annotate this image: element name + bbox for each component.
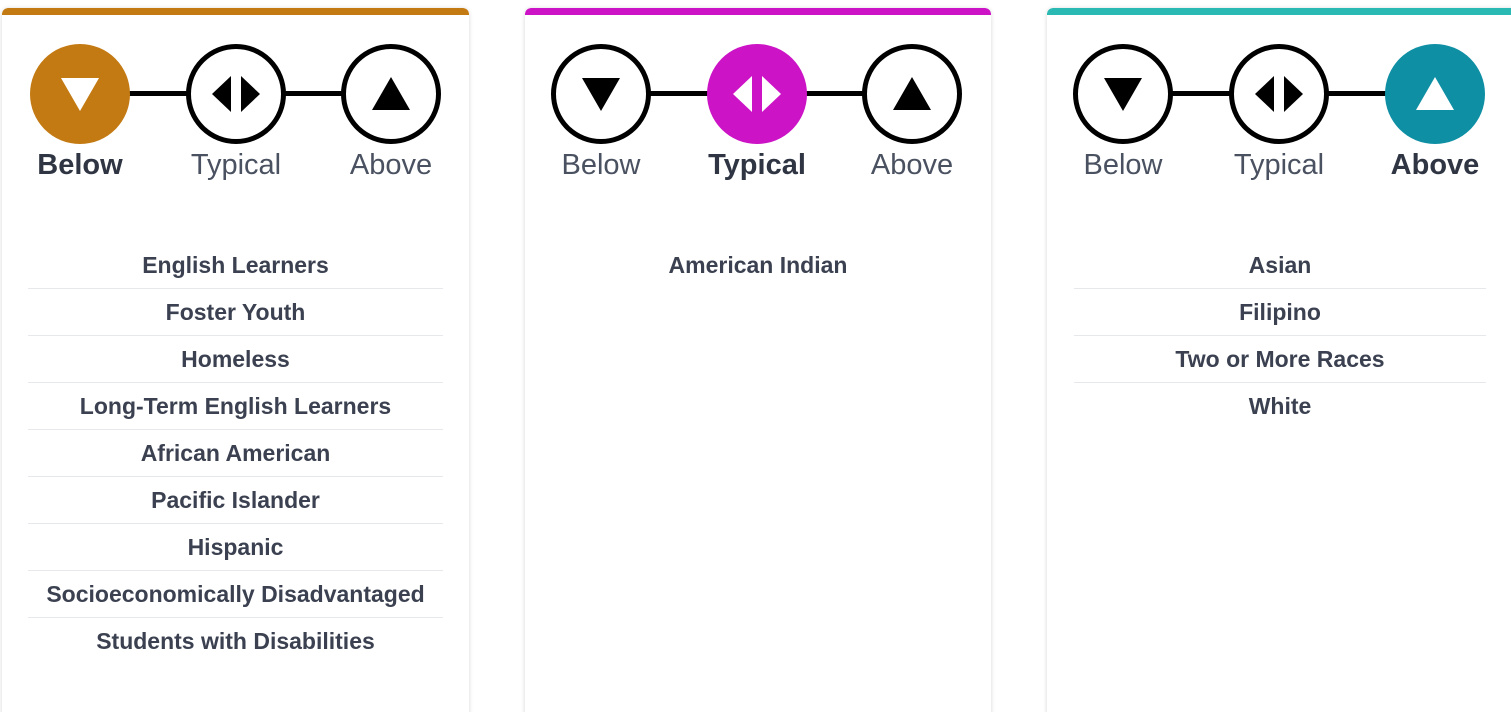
above-label: Above [870, 149, 954, 181]
below-button[interactable] [551, 44, 651, 144]
double-arrow-icon [729, 69, 785, 119]
above-label: Above [1390, 149, 1480, 181]
list-item: Socioeconomically Disadvantaged [28, 571, 443, 618]
list-item: African American [28, 430, 443, 477]
triangle-down-icon [1098, 69, 1148, 119]
student-group-list: English Learners Foster Youth Homeless L… [28, 242, 443, 664]
status-labels: Below Typical Above [525, 149, 991, 189]
triangle-up-icon [1410, 69, 1460, 119]
below-label: Below [1083, 149, 1163, 181]
above-button[interactable] [862, 44, 962, 144]
card-accent-bar [1047, 8, 1511, 15]
triangle-up-icon [887, 69, 937, 119]
status-cards: Below Typical Above English Learners Fos… [0, 0, 1511, 712]
status-indicator [1047, 44, 1511, 144]
typical-label: Typical [1233, 149, 1325, 181]
list-item: Foster Youth [28, 289, 443, 336]
status-indicator [525, 44, 991, 144]
typical-label: Typical [708, 149, 806, 181]
typical-label: Typical [190, 149, 282, 181]
list-item: Pacific Islander [28, 477, 443, 524]
double-arrow-icon [208, 69, 264, 119]
list-item: English Learners [28, 242, 443, 289]
list-item: White [1248, 393, 1312, 419]
triangle-down-icon [55, 69, 105, 119]
typical-button[interactable] [707, 44, 807, 144]
below-button[interactable] [30, 44, 130, 144]
typical-button[interactable] [1229, 44, 1329, 144]
above-label: Above [349, 149, 433, 181]
status-indicator [2, 44, 469, 144]
list-item: Filipino [1074, 289, 1486, 336]
double-arrow-icon [1251, 69, 1307, 119]
card-accent-bar [2, 8, 469, 15]
triangle-up-icon [366, 69, 416, 119]
triangle-down-icon [576, 69, 626, 119]
list-item: Students with Disabilities [96, 628, 375, 654]
list-item: American Indian [668, 252, 848, 278]
status-labels: Below Typical Above [2, 149, 469, 189]
above-button[interactable] [341, 44, 441, 144]
student-group-list: Asian Filipino Two or More Races White [1074, 242, 1486, 429]
below-label: Below [37, 149, 123, 181]
card-below: Below Typical Above English Learners Fos… [2, 8, 469, 712]
list-item: Long-Term English Learners [28, 383, 443, 430]
below-button[interactable] [1073, 44, 1173, 144]
student-group-list: American Indian [551, 242, 965, 288]
status-labels: Below Typical Above [1047, 149, 1511, 189]
list-item: Asian [1074, 242, 1486, 289]
list-item: Hispanic [28, 524, 443, 571]
typical-button[interactable] [186, 44, 286, 144]
list-item: Two or More Races [1074, 336, 1486, 383]
below-label: Below [561, 149, 641, 181]
card-above: Below Typical Above Asian Filipino Two o… [1047, 8, 1511, 712]
list-item: Homeless [28, 336, 443, 383]
card-accent-bar [525, 8, 991, 15]
above-button[interactable] [1385, 44, 1485, 144]
card-typical: Below Typical Above American Indian [525, 8, 991, 712]
